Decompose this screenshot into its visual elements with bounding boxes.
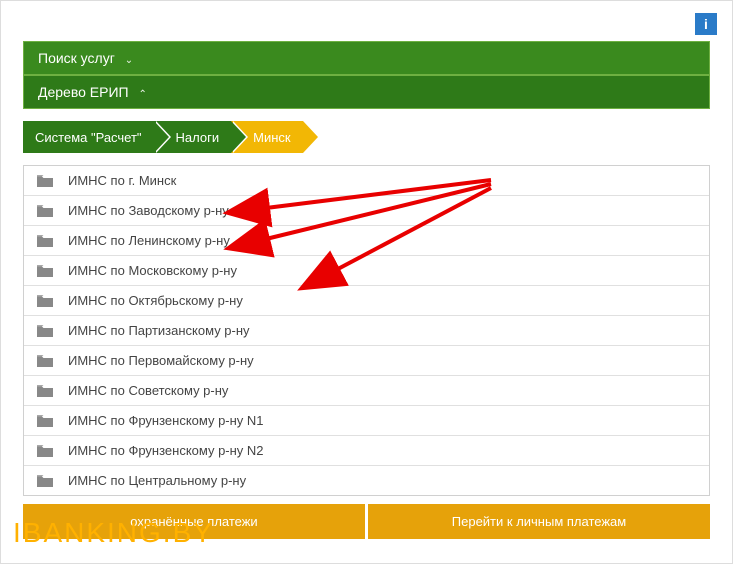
chevron-up-icon: ⌃ (139, 89, 147, 100)
folder-icon (36, 354, 54, 368)
list-item-label: ИМНС по Фрунзенскому р-ну N1 (68, 413, 264, 428)
info-button[interactable]: i (695, 13, 717, 35)
chevron-down-icon: ⌄ (125, 55, 133, 66)
folder-icon (36, 444, 54, 458)
folder-icon (36, 414, 54, 428)
breadcrumb-item-0[interactable]: Система "Расчет" (23, 121, 154, 153)
list-item[interactable]: ИМНС по Центральному р-ну (24, 466, 709, 495)
list-item-label: ИМНС по Первомайскому р-ну (68, 353, 254, 368)
list-item-label: ИМНС по Ленинскому р-ну (68, 233, 230, 248)
folder-icon (36, 324, 54, 338)
list-item-label: ИМНС по Центральному р-ну (68, 473, 246, 488)
folder-icon (36, 384, 54, 398)
list-item-label: ИМНС по Фрунзенскому р-ну N2 (68, 443, 264, 458)
folder-icon (36, 204, 54, 218)
list-item-label: ИМНС по Октябрьскому р-ну (68, 293, 243, 308)
search-services-label: Поиск услуг (38, 50, 115, 66)
search-services-bar[interactable]: Поиск услуг ⌄ (23, 41, 710, 75)
list-item[interactable]: ИМНС по Ленинскому р-ну (24, 226, 709, 256)
folder-icon (36, 174, 54, 188)
list-item-label: ИМНС по Московскому р-ну (68, 263, 237, 278)
folder-icon (36, 294, 54, 308)
list-item[interactable]: ИМНС по Московскому р-ну (24, 256, 709, 286)
personal-payments-button[interactable]: Перейти к личным платежам (368, 504, 710, 539)
list-item-label: ИМНС по Партизанскому р-ну (68, 323, 250, 338)
list-item[interactable]: ИМНС по г. Минск (24, 166, 709, 196)
list-item-label: ИМНС по Советскому р-ну (68, 383, 228, 398)
folder-icon (36, 264, 54, 278)
breadcrumb: Система "Расчет" Налоги Минск (23, 121, 710, 153)
folder-list: ИМНС по г. Минск ИМНС по Заводскому р-ну И… (23, 165, 710, 496)
list-item-label: ИМНС по г. Минск (68, 173, 176, 188)
breadcrumb-label: Налоги (176, 130, 220, 145)
folder-icon (36, 474, 54, 488)
list-item[interactable]: ИМНС по Фрунзенскому р-ну N2 (24, 436, 709, 466)
list-item[interactable]: ИМНС по Партизанскому р-ну (24, 316, 709, 346)
erip-tree-bar[interactable]: Дерево ЕРИП ⌃ (23, 75, 710, 109)
list-item-label: ИМНС по Заводскому р-ну (68, 203, 229, 218)
erip-tree-label: Дерево ЕРИП (38, 84, 129, 100)
list-item[interactable]: ИМНС по Октябрьскому р-ну (24, 286, 709, 316)
list-item[interactable]: ИМНС по Заводскому р-ну (24, 196, 709, 226)
list-item[interactable]: ИМНС по Советскому р-ну (24, 376, 709, 406)
breadcrumb-label: Минск (253, 130, 290, 145)
list-item[interactable]: ИМНС по Первомайскому р-ну (24, 346, 709, 376)
folder-icon (36, 234, 54, 248)
list-item[interactable]: ИМНС по Фрунзенскому р-ну N1 (24, 406, 709, 436)
breadcrumb-label: Система "Расчет" (35, 130, 142, 145)
watermark-logo: IBANKING.BY (13, 517, 214, 549)
